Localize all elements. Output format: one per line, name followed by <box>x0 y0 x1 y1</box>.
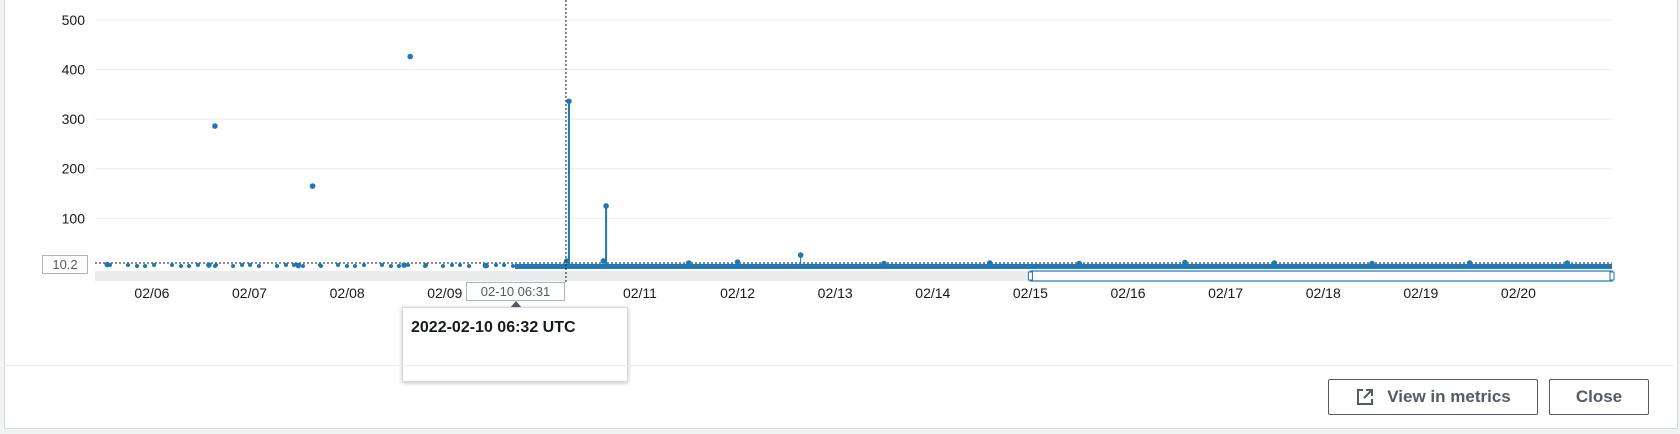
data-point <box>309 183 316 189</box>
navigator-selection[interactable] <box>1029 270 1613 282</box>
y-axis: 100 200 300 400 500 <box>62 12 86 227</box>
x-axis: 02/0602/0702/0802/0902/1002/1102/1202/13… <box>134 285 1536 300</box>
data-point <box>467 263 471 268</box>
data-point <box>986 260 993 266</box>
data-point <box>126 262 130 267</box>
data-point <box>152 262 156 267</box>
x-tick-label: 02/19 <box>1403 285 1438 300</box>
tooltip-title: 2022-02-10 06:32 UTC <box>411 319 576 336</box>
data-point <box>401 262 407 268</box>
x-tick-label: 02/11 <box>623 285 657 300</box>
data-point <box>292 262 296 267</box>
x-tick-label: 02/09 <box>427 285 462 300</box>
data-point <box>1369 260 1375 267</box>
x-tick-label: 02/06 <box>134 285 169 300</box>
view-in-metrics-label: View in metrics <box>1387 387 1511 406</box>
x-tick-label: 02/20 <box>1501 285 1536 300</box>
data-point <box>685 260 692 266</box>
data-point <box>423 263 427 268</box>
close-button[interactable]: Close <box>1549 379 1649 415</box>
data-series <box>104 53 1612 269</box>
data-point <box>1271 260 1278 266</box>
grid-lines <box>95 19 1612 264</box>
external-link-icon <box>1357 389 1374 405</box>
range-navigator[interactable] <box>95 270 1615 282</box>
data-point <box>257 263 261 268</box>
data-point <box>353 263 357 268</box>
data-point <box>389 263 393 268</box>
x-tick-label: 02/07 <box>232 285 267 300</box>
baseline-band <box>515 263 1612 269</box>
data-point <box>170 262 174 267</box>
data-point <box>881 260 887 267</box>
data-point <box>450 262 454 267</box>
x-tick-label: 02/18 <box>1306 285 1341 300</box>
data-point <box>284 262 288 267</box>
data-point <box>212 123 218 129</box>
data-point <box>240 262 244 267</box>
data-point <box>407 53 413 60</box>
hover-x-label: 02-10 06:31 <box>466 282 565 301</box>
data-point <box>1076 260 1083 267</box>
y-tick-label: 200 <box>62 161 86 177</box>
data-point <box>734 259 741 265</box>
data-point <box>502 262 506 267</box>
data-point <box>441 263 445 268</box>
data-point <box>206 262 212 268</box>
data-point <box>600 258 607 264</box>
x-tick-label: 02/16 <box>1111 285 1146 300</box>
data-point <box>295 262 302 269</box>
footer-divider <box>4 365 1674 366</box>
y-tick-label: 400 <box>62 61 86 77</box>
x-tick-label: 02/15 <box>1013 285 1048 300</box>
data-point <box>104 261 111 268</box>
x-tick-label: 02/14 <box>915 285 950 300</box>
x-tick-label: 02/12 <box>720 285 755 300</box>
data-point <box>566 98 572 105</box>
data-point <box>397 263 401 268</box>
data-point <box>187 263 191 268</box>
data-point <box>231 263 235 268</box>
close-label: Close <box>1575 387 1623 406</box>
data-point <box>135 263 139 268</box>
data-point <box>494 262 498 267</box>
x-tick-label: 02/08 <box>330 285 365 300</box>
data-point <box>318 262 322 267</box>
data-point <box>482 262 489 269</box>
data-point <box>1466 260 1473 266</box>
data-point <box>563 258 570 264</box>
hover-tooltip: 2022-02-10 06:32 UTC <box>402 307 628 382</box>
x-tick-label: 02/17 <box>1208 285 1243 300</box>
navigator-handle-right[interactable] <box>1609 271 1615 281</box>
data-point <box>213 263 217 268</box>
data-point <box>362 262 366 267</box>
hover-y-label: 10.2 <box>42 255 88 274</box>
y-tick-label: 100 <box>62 210 86 226</box>
data-point <box>380 262 384 267</box>
view-in-metrics-button[interactable]: View in metrics <box>1328 379 1538 415</box>
data-point <box>336 262 340 267</box>
data-point <box>1182 259 1188 266</box>
data-point <box>179 263 183 268</box>
y-tick-label: 500 <box>62 12 86 28</box>
data-point <box>301 263 305 268</box>
data-point <box>143 263 147 268</box>
data-point <box>345 263 349 268</box>
data-point <box>196 262 200 267</box>
y-tick-label: 300 <box>62 111 86 127</box>
navigator-handle-left[interactable] <box>1027 271 1033 281</box>
data-point <box>458 262 462 267</box>
data-point <box>797 252 804 258</box>
data-point <box>275 263 279 268</box>
data-point <box>1564 260 1571 266</box>
data-point <box>248 262 252 267</box>
x-tick-label: 02/13 <box>818 285 853 300</box>
data-point <box>511 263 515 268</box>
data-point <box>603 203 609 209</box>
metric-chart[interactable]: 100 200 300 400 500 02/06 02/07 02/08 02/09 02/1… <box>0 0 1680 300</box>
